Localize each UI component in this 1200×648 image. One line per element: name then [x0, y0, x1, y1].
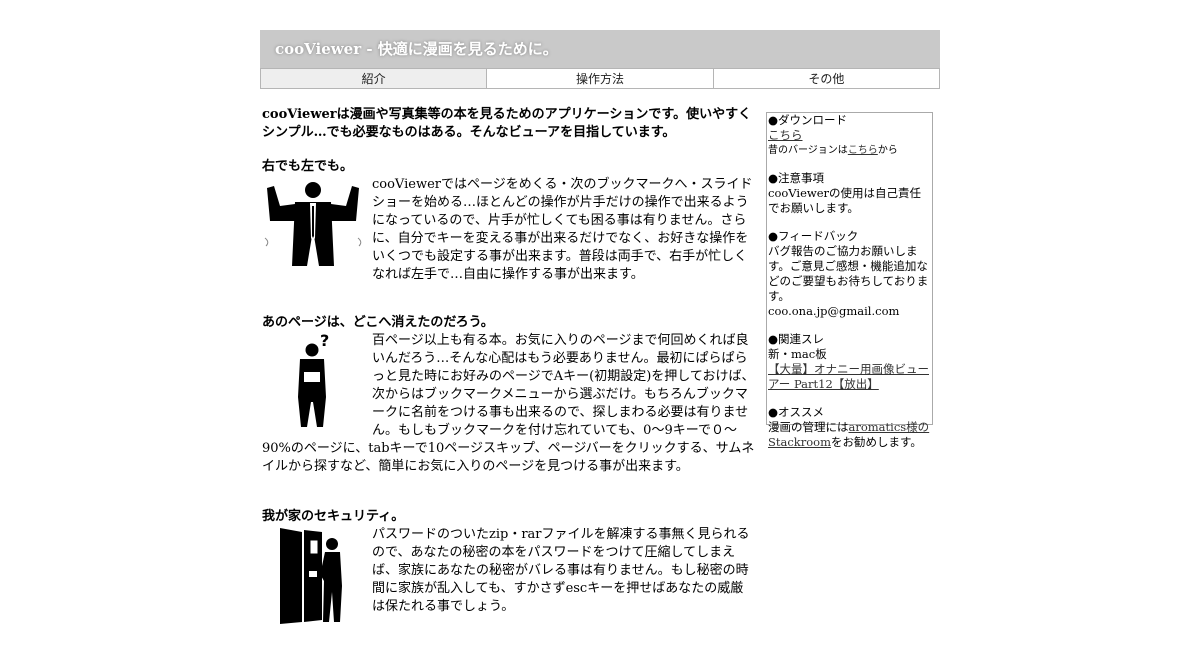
old-version-prefix: 昔のバージョンは — [768, 145, 848, 156]
notice-text: cooViewerの使用は自己責任でお願いします。 — [768, 186, 922, 215]
feedback-email: coo.ona.jp@gmail.com — [768, 304, 900, 318]
nav-tabs: 紹介 操作方法 その他 — [260, 68, 940, 89]
sidebar: ●ダウンロード こちら 昔のバージョンはこちらから ●注意事項 cooViewe… — [766, 112, 933, 449]
feedback-title: ●フィードバック — [768, 229, 859, 243]
recommend-block: ●オススメ 漫画の管理にはaromatics様のStackroomをお勧めします… — [768, 405, 932, 450]
recommend-title: ●オススメ — [768, 405, 825, 419]
download-link[interactable]: こちら — [768, 128, 803, 142]
notice-block: ●注意事項 cooViewerの使用は自己責任でお願いします。 — [768, 171, 932, 216]
notice-title: ●注意事項 — [768, 171, 825, 185]
site-title: cooViewer - 快適に漫画を見るために。 — [275, 40, 558, 58]
section-heading: 我が家のセキュリティ。 — [262, 509, 405, 524]
man-arms-raised-icon — [264, 182, 362, 266]
section-security: 我が家のセキュリティ。 パスワードのついたzip・rarファイルを解凍する事無く… — [262, 508, 755, 624]
man-question-icon: ? — [298, 332, 329, 427]
tab-intro[interactable]: 紹介 — [261, 69, 487, 88]
download-block: ●ダウンロード こちら 昔のバージョンはこちらから — [768, 113, 932, 158]
related-block: ●関連スレ 新・mac板 【大量】オナニー用画像ビューアー Part12【放出】 — [768, 332, 932, 392]
main-content: cooViewerは漫画や写真集等の本を見るためのアプリケーションです。使いやす… — [262, 106, 755, 648]
page-container: cooViewer - 快適に漫画を見るために。 紹介 操作方法 その他 — [260, 30, 940, 89]
feedback-block: ●フィードバック バグ報告のご協力お願いします。ご意見ご感想・機能追加などのご要… — [768, 229, 932, 319]
tab-other[interactable]: その他 — [712, 69, 939, 88]
site-header: cooViewer - 快適に漫画を見るために。 — [260, 30, 940, 68]
tab-operation[interactable]: 操作方法 — [486, 69, 713, 88]
old-version-suffix: から — [877, 145, 898, 156]
old-version-link[interactable]: こちら — [848, 145, 878, 156]
section-heading: 右でも左でも。 — [262, 159, 354, 174]
recommend-prefix: 漫画の管理には — [768, 420, 849, 434]
svg-text:?: ? — [320, 332, 329, 350]
man-door-icon — [280, 528, 342, 624]
download-title: ●ダウンロード — [768, 113, 848, 127]
recommend-suffix: をお勧めします。 — [831, 435, 922, 449]
related-text: 新・mac板 — [768, 347, 827, 361]
intro-text: cooViewerは漫画や写真集等の本を見るためのアプリケーションです。使いやす… — [262, 107, 752, 140]
related-thread-link[interactable]: 【大量】オナニー用画像ビューアー Part12【放出】 — [768, 362, 929, 391]
feedback-text: バグ報告のご協力お願いします。ご意見ご感想・機能追加などのご要望もお待ちしており… — [768, 244, 929, 303]
section-heading: あのページは、どこへ消えたのだろう。 — [262, 315, 494, 330]
related-title: ●関連スレ — [768, 332, 825, 346]
section-bookmark: あのページは、どこへ消えたのだろう。 ? 百ページ以上も有る本。お気に入りのペー… — [262, 314, 755, 476]
section-one-handed: 右でも左でも。 cooViewerではページをめくる・次のブックマークへ・スライ… — [262, 158, 755, 284]
